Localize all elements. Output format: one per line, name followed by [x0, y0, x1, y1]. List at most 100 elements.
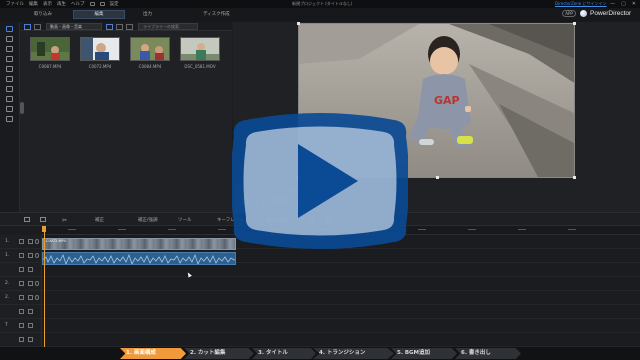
settings-menu[interactable]: 設定: [110, 1, 119, 7]
list-view-icon[interactable]: [116, 23, 123, 30]
title-track-icon: T: [5, 323, 8, 328]
close-icon[interactable]: ✕: [632, 1, 636, 7]
track-lock-icon[interactable]: [28, 295, 33, 300]
tab-import[interactable]: 取り込み: [34, 11, 52, 17]
media-library: 動画・画像・音楽 ライブラリーの検索 C0087.MP4 C0072.MP4 C…: [20, 22, 232, 212]
particle-room-icon[interactable]: [6, 56, 13, 62]
track-lane[interactable]: [42, 319, 640, 333]
track-enable-checkbox[interactable]: [19, 309, 24, 314]
track-lane[interactable]: [42, 305, 640, 319]
voiceover-icon[interactable]: [6, 96, 13, 102]
scissors-icon[interactable]: ✂: [62, 217, 67, 224]
track-enable-checkbox[interactable]: [19, 239, 24, 244]
mode-row: 取り込み 編集 出力 ディスク作成: [0, 8, 640, 22]
playhead[interactable]: [43, 232, 45, 350]
menu-view[interactable]: 表示: [43, 1, 52, 7]
view-toggle-icon[interactable]: [106, 23, 113, 30]
step-composition[interactable]: 1. 画面構成: [120, 348, 186, 359]
audio-clip[interactable]: [42, 252, 236, 265]
track-link-icon[interactable]: [35, 281, 39, 286]
step-export[interactable]: 6. 書き出し: [455, 348, 521, 359]
audio-mixing-icon[interactable]: [6, 86, 13, 92]
menu-file[interactable]: ファイル: [6, 1, 24, 7]
title-room-icon[interactable]: [6, 66, 13, 72]
track-manager-icon[interactable]: [24, 217, 30, 222]
track-link-icon[interactable]: [35, 295, 39, 300]
track-lock-icon[interactable]: [28, 281, 33, 286]
tools-button[interactable]: ツール: [178, 217, 192, 223]
resize-handle[interactable]: [436, 176, 439, 179]
room-toolbar: [0, 22, 20, 212]
track-lock-icon[interactable]: [28, 253, 33, 258]
transition-room-icon[interactable]: [6, 76, 13, 82]
track-link-icon[interactable]: [35, 239, 39, 244]
subtitle-icon[interactable]: [6, 116, 13, 122]
import-icon[interactable]: [24, 23, 31, 30]
media-room-icon[interactable]: [6, 26, 13, 32]
track-enable-checkbox[interactable]: [19, 323, 24, 328]
track-lane[interactable]: [42, 277, 640, 291]
resize-handle[interactable]: [573, 176, 576, 179]
step-bgm[interactable]: 5. BGM追加: [391, 348, 457, 359]
signin-link[interactable]: DirectorZone にサインイン: [555, 1, 607, 7]
audio-waveform: [43, 253, 235, 264]
media-thumbnail[interactable]: [80, 37, 120, 61]
media-thumbnail[interactable]: [130, 37, 170, 61]
track-lane[interactable]: [42, 333, 640, 347]
track-enable-checkbox[interactable]: [19, 337, 24, 342]
step-title[interactable]: 3. タイトル: [252, 348, 316, 359]
resize-handle[interactable]: [297, 22, 300, 25]
track-enable-checkbox[interactable]: [19, 253, 24, 258]
resize-handle[interactable]: [573, 22, 576, 25]
play-button-icon[interactable]: [231, 112, 409, 250]
media-thumbnail[interactable]: [30, 37, 70, 61]
fx-room-icon[interactable]: [6, 36, 13, 42]
track-lock-icon[interactable]: [28, 239, 33, 244]
sort-icon[interactable]: [126, 23, 133, 30]
chapter-icon[interactable]: [6, 106, 13, 112]
magic-tools-icon[interactable]: [40, 217, 46, 222]
track-lock-icon[interactable]: [28, 337, 33, 342]
fix-enhance-button[interactable]: 補正/強調: [138, 217, 158, 223]
menu-play[interactable]: 再生: [57, 1, 66, 7]
library-search-input[interactable]: ライブラリーの検索: [138, 23, 198, 30]
video-clip[interactable]: C0072.MP4: [42, 238, 236, 250]
tutorial-steps: 1. 画面構成 2. カット編集 3. タイトル 4. トランジション 5. B…: [0, 347, 640, 360]
media-filter-select[interactable]: 動画・画像・音楽: [46, 23, 102, 30]
menu-help[interactable]: ヘルプ: [71, 1, 85, 7]
app-badge[interactable]: APP: [562, 10, 576, 17]
brand-name: PowerDirector: [590, 10, 632, 17]
play-button-overlay[interactable]: [231, 112, 409, 250]
title-bar: ファイル 編集 表示 再生 ヘルプ 設定 新規プロジェクト (タイトルなし) D…: [0, 0, 640, 8]
tab-disc[interactable]: ディスク作成: [203, 11, 230, 17]
tab-edit[interactable]: 編集: [73, 10, 125, 19]
save-icon[interactable]: [89, 2, 95, 6]
track-lane[interactable]: [42, 291, 640, 305]
step-transition[interactable]: 4. トランジション: [313, 348, 394, 359]
track-header: [0, 305, 42, 319]
track-number: 2.: [5, 295, 10, 300]
track-lock-icon[interactable]: [28, 309, 33, 314]
undo-icon[interactable]: [99, 2, 105, 6]
menu-edit[interactable]: 編集: [29, 1, 38, 7]
track-link-icon[interactable]: [35, 253, 39, 258]
track-lock-icon[interactable]: [28, 267, 33, 272]
track-enable-checkbox[interactable]: [19, 267, 24, 272]
minimize-icon[interactable]: —: [610, 1, 615, 7]
plugin-icon[interactable]: [34, 23, 41, 30]
track-enable-checkbox[interactable]: [19, 295, 24, 300]
maximize-icon[interactable]: ▢: [621, 1, 626, 7]
track-lane[interactable]: [42, 263, 640, 277]
fix-button[interactable]: 補正: [95, 217, 104, 223]
library-scrollbar[interactable]: [20, 102, 24, 114]
step-cut-edit[interactable]: 2. カット編集: [184, 348, 254, 359]
timeline-tracks[interactable]: C0072.MP4: [42, 235, 640, 350]
track-lock-icon[interactable]: [28, 323, 33, 328]
track-header: 2.: [0, 277, 42, 291]
track-headers: 1. 1. 2. 2. T: [0, 235, 42, 350]
media-thumbnail[interactable]: [180, 37, 220, 61]
pip-room-icon[interactable]: [6, 46, 13, 52]
track-enable-checkbox[interactable]: [19, 281, 24, 286]
media-thumbnail-label: C0087.MP4: [38, 64, 62, 69]
tab-produce[interactable]: 出力: [143, 11, 152, 17]
